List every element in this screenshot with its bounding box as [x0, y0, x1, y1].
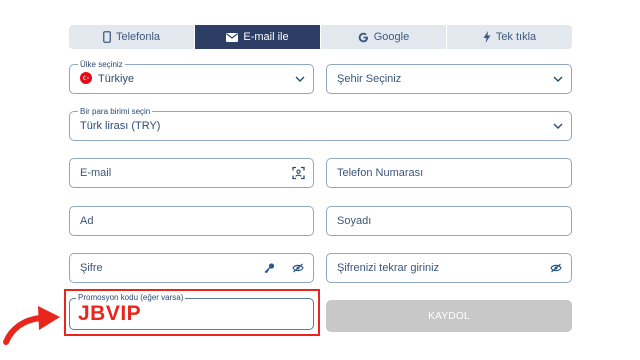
phone-icon: [103, 31, 111, 43]
last-name-placeholder: Soyadı: [337, 215, 372, 227]
password-field[interactable]: Şifre: [69, 253, 314, 283]
tab-phone-label: Telefonla: [115, 31, 161, 43]
country-select[interactable]: Ülke seçiniz Türkiye: [69, 59, 314, 94]
chevron-down-icon: [553, 123, 563, 129]
registration-method-tabs: Telefonla E-mail ile Google Tek tıkla: [69, 25, 572, 49]
tab-google[interactable]: Google: [321, 25, 447, 49]
country-label: Ülke seçiniz: [78, 59, 125, 70]
city-select[interactable]: Şehir Seçiniz: [326, 64, 572, 94]
promo-code-field[interactable]: Promosyon kodu (eğer varsa) JBVIP: [69, 292, 314, 330]
phone-field[interactable]: Telefon Numarası: [326, 158, 572, 188]
last-name-field[interactable]: Soyadı: [326, 206, 572, 236]
chevron-down-icon: [553, 76, 563, 82]
password-repeat-field[interactable]: Şifrenizi tekrar giriniz: [326, 253, 572, 283]
city-placeholder: Şehir Seçiniz: [337, 73, 402, 85]
chevron-down-icon: [295, 76, 305, 82]
envelope-icon: [226, 32, 239, 42]
password-repeat-placeholder: Şifrenizi tekrar giriniz: [337, 262, 440, 274]
currency-value: Türk lirası (TRY): [80, 120, 161, 132]
tab-one-click-label: Tek tıkla: [495, 31, 537, 43]
password-placeholder: Şifre: [80, 262, 103, 274]
email-field[interactable]: E-mail: [69, 158, 314, 188]
tab-one-click[interactable]: Tek tıkla: [447, 25, 572, 49]
register-button[interactable]: KAYDOL: [326, 300, 572, 332]
promo-code-value: JBVIP: [78, 302, 142, 325]
eye-off-icon[interactable]: [292, 263, 304, 273]
currency-label: Bir para birimi seçin: [78, 106, 153, 117]
scan-icon[interactable]: [292, 166, 305, 180]
lightning-icon: [483, 31, 491, 43]
tab-phone[interactable]: Telefonla: [69, 25, 195, 49]
country-value-wrap: Türkiye: [80, 72, 135, 85]
eye-off-icon[interactable]: [550, 263, 562, 273]
google-icon: [358, 32, 369, 43]
first-name-field[interactable]: Ad: [69, 206, 314, 236]
tab-email[interactable]: E-mail ile: [195, 25, 321, 49]
first-name-placeholder: Ad: [80, 215, 94, 227]
tab-email-label: E-mail ile: [243, 31, 289, 43]
key-icon[interactable]: [264, 263, 275, 274]
currency-select[interactable]: Bir para birimi seçin Türk lirası (TRY): [69, 106, 572, 141]
country-value: Türkiye: [98, 72, 135, 85]
phone-placeholder: Telefon Numarası: [337, 167, 424, 179]
email-placeholder: E-mail: [80, 167, 112, 179]
turkey-flag-icon: [80, 72, 92, 85]
tab-google-label: Google: [373, 31, 410, 43]
red-arrow-icon: [0, 300, 70, 355]
